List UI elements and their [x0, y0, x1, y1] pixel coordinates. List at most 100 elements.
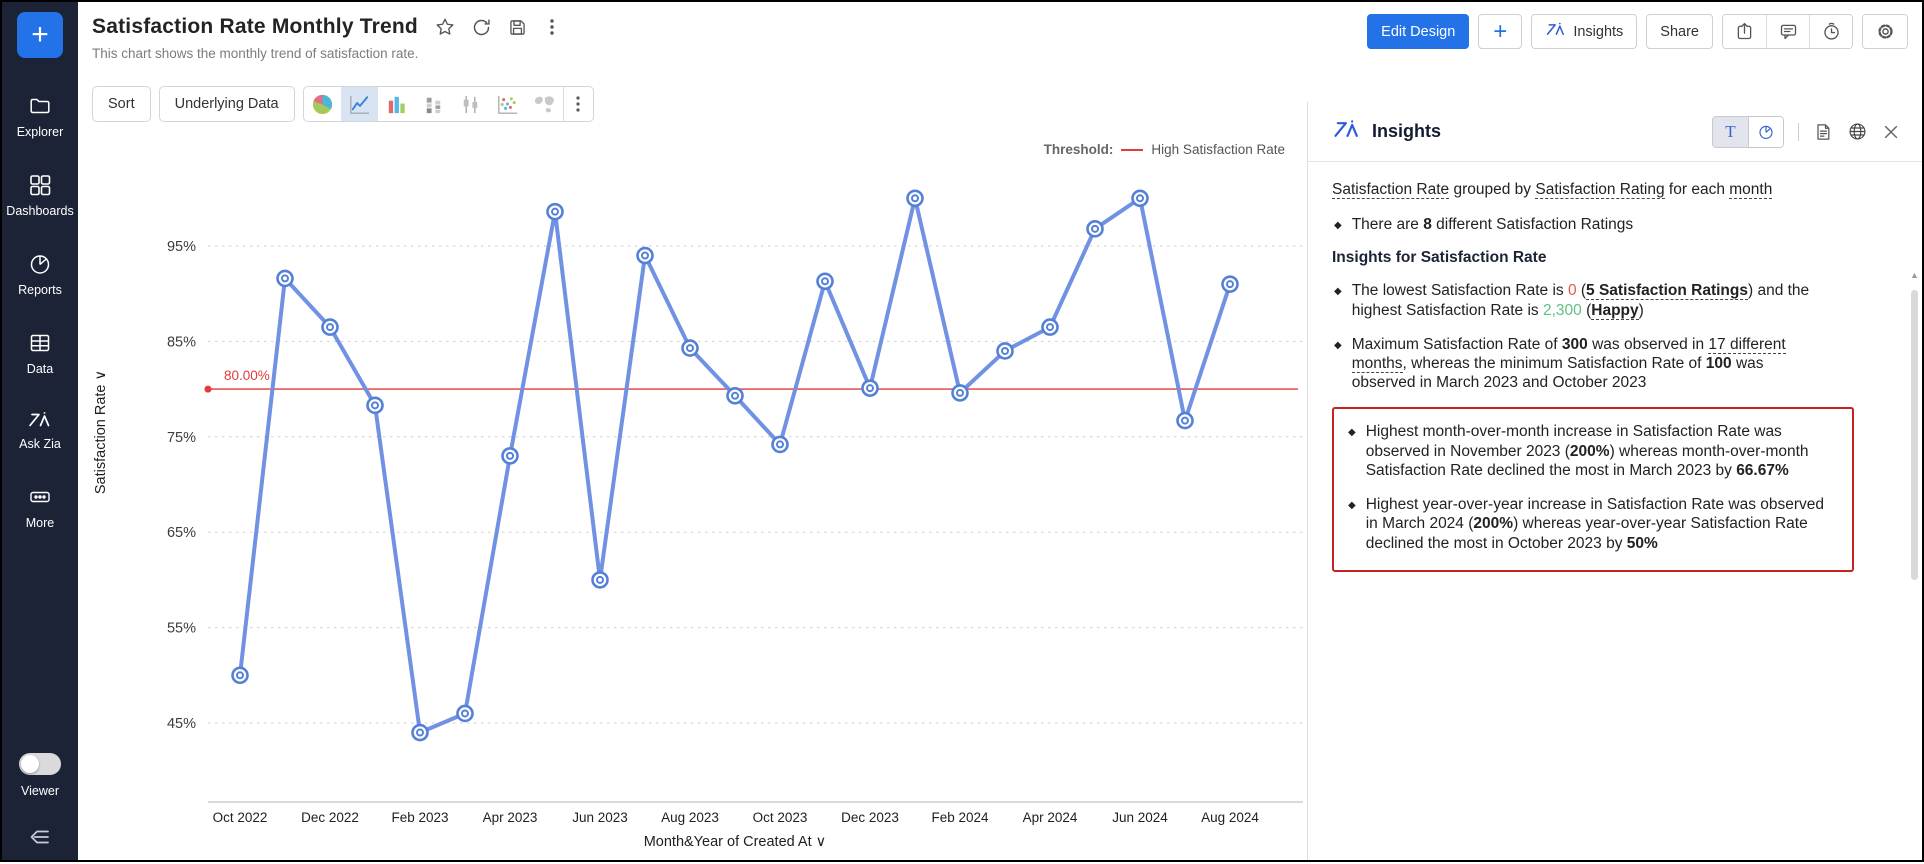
data-point-inner: [912, 195, 918, 201]
create-new-button[interactable]: +: [17, 12, 63, 58]
x-tick-label: Apr 2024: [1023, 810, 1078, 825]
stacked-bar-icon[interactable]: [415, 87, 452, 121]
x-axis-title[interactable]: Month&Year of Created At ∨: [644, 834, 827, 850]
x-tick-label: Feb 2023: [391, 810, 448, 825]
y-axis-title[interactable]: Satisfaction Rate ∨: [93, 370, 109, 494]
comment-icon[interactable]: [1766, 15, 1809, 48]
data-point-inner: [777, 441, 783, 447]
panel-scrollbar[interactable]: ▲: [1909, 268, 1920, 854]
app-root: + Explorer Dashboards Reports: [2, 2, 1922, 860]
sidebar-item-data[interactable]: Data: [6, 331, 73, 376]
settings-gear-icon[interactable]: [1863, 15, 1907, 48]
y-tick-label: 45%: [167, 716, 196, 732]
chart-area: Threshold: High Satisfaction Rate 95%85%…: [78, 132, 1311, 864]
insight-bullet: ◆ Highest month-over-month increase in S…: [1346, 422, 1838, 480]
x-tick-label: Aug 2023: [661, 810, 719, 825]
data-point-inner: [597, 577, 603, 583]
zia-insights-button[interactable]: Insights: [1531, 14, 1637, 49]
sidebar-item-label: Dashboards: [6, 204, 73, 218]
insights-summary: Satisfaction Rate grouped by Satisfactio…: [1332, 180, 1898, 200]
viewer-toggle-block: Viewer: [2, 753, 78, 798]
save-icon[interactable]: [507, 17, 528, 38]
x-tick-label: Jun 2024: [1112, 810, 1168, 825]
scatter-icon[interactable]: [489, 87, 526, 121]
sidebar-item-explorer[interactable]: Explorer: [6, 94, 73, 139]
edit-design-button[interactable]: Edit Design: [1367, 14, 1469, 49]
pie-chart-icon[interactable]: [304, 87, 341, 121]
threshold-value-label: 80.00%: [224, 368, 270, 383]
threshold-anchor-dot: [205, 386, 212, 393]
more-dots-icon: [28, 485, 52, 509]
share-button[interactable]: Share: [1646, 14, 1713, 49]
viewer-label: Viewer: [21, 784, 59, 798]
settings-group: [1862, 14, 1908, 49]
refresh-icon[interactable]: [471, 17, 492, 38]
folder-icon: [28, 94, 52, 118]
candlestick-icon[interactable]: [452, 87, 489, 121]
data-point-inner: [552, 209, 558, 215]
x-tick-label: Jun 2023: [572, 810, 628, 825]
export-icon[interactable]: [1723, 15, 1766, 48]
data-point-inner: [507, 453, 513, 459]
close-icon[interactable]: [1882, 123, 1900, 141]
map-chart-icon[interactable]: [526, 87, 563, 121]
sidebar-item-label: Ask Zia: [19, 437, 61, 451]
underlying-data-button[interactable]: Underlying Data: [159, 86, 295, 122]
collapse-sidebar-icon[interactable]: [2, 826, 78, 848]
x-tick-label: Aug 2024: [1201, 810, 1259, 825]
insight-bullet: ◆ Maximum Satisfaction Rate of 300 was o…: [1332, 335, 1898, 393]
sort-button[interactable]: Sort: [92, 86, 151, 122]
y-tick-label: 85%: [167, 334, 196, 350]
more-options-icon[interactable]: [563, 87, 593, 121]
viewer-toggle[interactable]: [19, 753, 61, 775]
data-point-inner: [237, 672, 243, 678]
header-icon-group: [1722, 14, 1853, 49]
data-point-inner: [642, 253, 648, 259]
toggle-knob: [21, 755, 39, 773]
zia-logo-icon: [27, 410, 53, 430]
diamond-bullet-icon: ◆: [1348, 427, 1356, 480]
header-actions: Edit Design + Insights Share: [1367, 14, 1908, 49]
y-tick-label: 55%: [167, 621, 196, 637]
more-menu-icon[interactable]: [543, 17, 561, 37]
x-tick-label: Feb 2024: [931, 810, 989, 825]
sidebar-item-reports[interactable]: Reports: [6, 252, 73, 297]
data-point-inner: [1137, 195, 1143, 201]
highlighted-insights-box: ◆ Highest month-over-month increase in S…: [1332, 407, 1854, 571]
x-tick-label: Apr 2023: [483, 810, 538, 825]
sidebar-item-dashboards[interactable]: Dashboards: [6, 173, 73, 218]
x-tick-label: Oct 2023: [753, 810, 808, 825]
dashboards-icon: [28, 173, 52, 197]
document-icon[interactable]: [1813, 122, 1833, 142]
text-view-toggle[interactable]: T: [1713, 117, 1748, 147]
sidebar-item-more[interactable]: More: [6, 485, 73, 530]
data-point-inner: [1182, 418, 1188, 424]
insights-body: Satisfaction Rate grouped by Satisfactio…: [1308, 162, 1922, 572]
data-point-inner: [957, 390, 963, 396]
scroll-up-icon[interactable]: ▲: [1909, 268, 1920, 282]
data-point-inner: [1047, 324, 1053, 330]
y-tick-label: 95%: [167, 239, 196, 255]
series-line: [240, 198, 1230, 732]
titlebar: Satisfaction Rate Monthly Trend This cha…: [78, 2, 1922, 80]
sidebar-item-ask-zia[interactable]: Ask Zia: [6, 410, 73, 451]
insight-bullet: ◆ Highest year-over-year increase in Sat…: [1346, 495, 1838, 553]
chart-toolbar: Sort Underlying Data: [92, 86, 594, 122]
favorite-star-icon[interactable]: [434, 16, 456, 38]
pie-report-icon: [28, 252, 52, 276]
bar-chart-icon[interactable]: [378, 87, 415, 121]
data-point-inner: [327, 324, 333, 330]
x-tick-label: Oct 2022: [213, 810, 268, 825]
add-button[interactable]: +: [1478, 14, 1522, 49]
line-chart-icon[interactable]: [341, 87, 378, 121]
scrollbar-thumb[interactable]: [1911, 290, 1918, 580]
data-point-inner: [282, 275, 288, 281]
insight-bullet: ◆ There are 8 different Satisfaction Rat…: [1332, 215, 1898, 234]
insight-bullet: ◆ The lowest Satisfaction Rate is 0 (5 S…: [1332, 281, 1898, 319]
globe-icon[interactable]: [1847, 121, 1868, 142]
alarm-icon[interactable]: [1809, 15, 1852, 48]
chart-view-toggle[interactable]: [1748, 117, 1783, 147]
data-point-inner: [822, 278, 828, 284]
x-tick-label: Dec 2023: [841, 810, 899, 825]
zia-logo-icon: [1545, 21, 1567, 42]
